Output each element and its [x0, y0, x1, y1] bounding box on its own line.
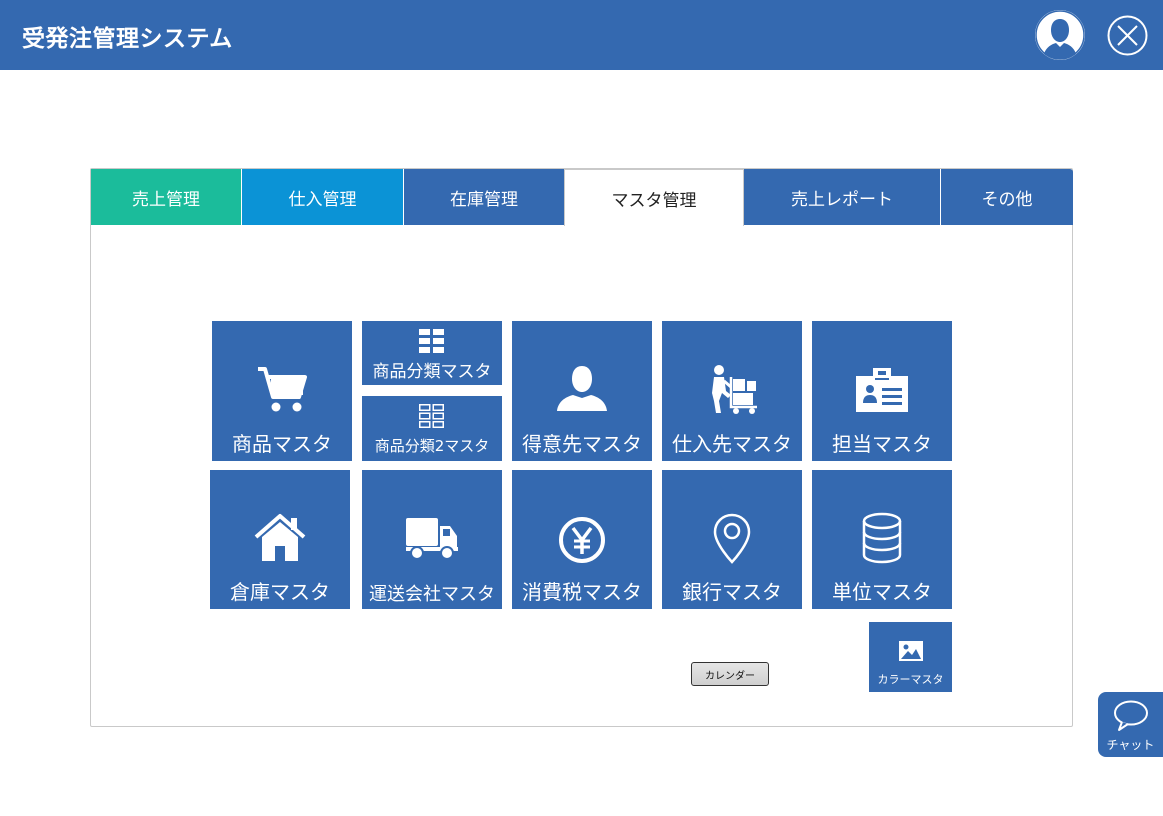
- bank-master-tile[interactable]: 銀行マスタ: [662, 470, 802, 609]
- tab-purchase[interactable]: 仕入管理: [242, 169, 403, 225]
- tile-label: 商品分類マスタ: [372, 362, 492, 382]
- grid-icon: [362, 329, 502, 353]
- yen-icon: [512, 516, 652, 564]
- tab-label: 売上レポート: [791, 189, 893, 210]
- delivery-person-icon: [662, 365, 802, 415]
- supplier-master-tile[interactable]: 仕入先マスタ: [662, 321, 802, 461]
- person-icon: [512, 364, 652, 412]
- tile-label: カラーマスタ: [877, 673, 944, 686]
- user-avatar-icon[interactable]: [1035, 10, 1085, 60]
- chat-bubble-icon: [1098, 700, 1163, 732]
- unit-master-tile[interactable]: 単位マスタ: [812, 470, 952, 609]
- tab-sales-report[interactable]: 売上レポート: [744, 169, 940, 225]
- customer-master-tile[interactable]: 得意先マスタ: [512, 321, 652, 461]
- tile-label: 運送会社マスタ: [369, 584, 495, 605]
- tab-sales[interactable]: 売上管理: [91, 169, 241, 225]
- tab-label: 仕入管理: [288, 189, 357, 210]
- app-header: 受発注管理システム: [0, 0, 1163, 70]
- grid-outline-icon: [362, 404, 502, 428]
- tile-label: 仕入先マスタ: [672, 432, 792, 456]
- shipping-company-master-tile[interactable]: 運送会社マスタ: [362, 470, 502, 609]
- tile-label: 得意先マスタ: [522, 432, 642, 456]
- tab-label: 在庫管理: [450, 189, 518, 210]
- tile-label: 商品分類2マスタ: [374, 437, 490, 455]
- consumption-tax-master-tile[interactable]: 消費税マスタ: [512, 470, 652, 609]
- tile-label: 銀行マスタ: [682, 580, 782, 604]
- app-title: 受発注管理システム: [22, 26, 233, 52]
- calendar-button[interactable]: カレンダー: [691, 662, 769, 686]
- house-icon: [210, 513, 350, 563]
- database-icon: [812, 512, 952, 564]
- truck-icon: [362, 518, 502, 560]
- tile-label: 倉庫マスタ: [230, 580, 330, 604]
- tab-label: 売上管理: [132, 189, 200, 210]
- tile-label: 単位マスタ: [832, 580, 932, 604]
- product-category2-master-tile[interactable]: 商品分類2マスタ: [362, 396, 502, 461]
- tab-master[interactable]: マスタ管理: [564, 169, 744, 226]
- warehouse-master-tile[interactable]: 倉庫マスタ: [210, 470, 350, 609]
- map-pin-icon: [662, 513, 802, 565]
- tile-label: 商品マスタ: [232, 432, 332, 456]
- product-category-master-tile[interactable]: 商品分類マスタ: [362, 321, 502, 385]
- close-icon[interactable]: [1107, 15, 1148, 56]
- tile-label: 消費税マスタ: [522, 580, 642, 604]
- staff-master-tile[interactable]: 担当マスタ: [812, 321, 952, 461]
- tab-inventory[interactable]: 在庫管理: [404, 169, 564, 225]
- product-master-tile[interactable]: 商品マスタ: [212, 321, 352, 461]
- chat-button[interactable]: チャット: [1098, 692, 1163, 757]
- image-icon: [869, 640, 952, 662]
- color-master-tile[interactable]: カラーマスタ: [869, 622, 952, 692]
- tab-label: マスタ管理: [611, 190, 697, 211]
- chat-label: チャット: [1106, 738, 1155, 752]
- tab-other[interactable]: その他: [941, 169, 1073, 225]
- tab-label: その他: [981, 189, 1033, 210]
- cart-icon: [212, 365, 352, 415]
- tile-label: 担当マスタ: [832, 432, 932, 456]
- id-card-icon: [812, 368, 952, 412]
